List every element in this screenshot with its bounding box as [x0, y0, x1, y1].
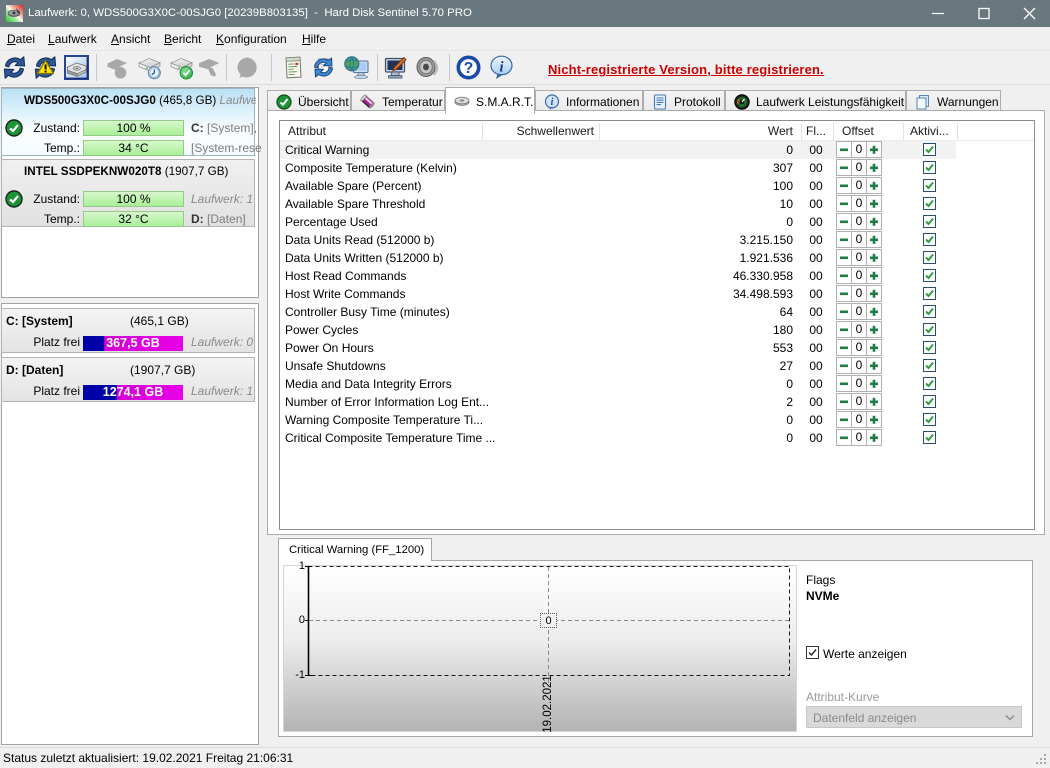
- svg-text:i: i: [499, 60, 503, 76]
- svg-text:i: i: [551, 97, 554, 108]
- svg-text:?: ?: [464, 60, 473, 77]
